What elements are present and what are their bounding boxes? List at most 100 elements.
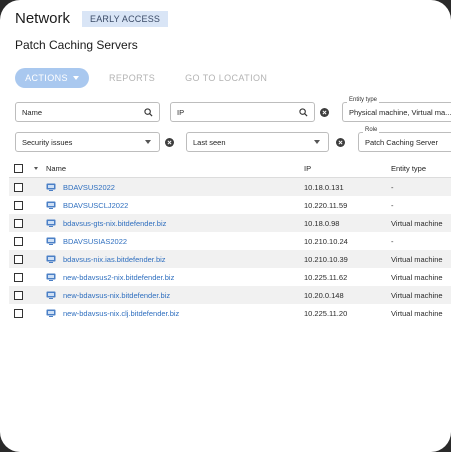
row-checkbox-cell <box>9 232 29 250</box>
reports-button[interactable]: REPORTS <box>109 73 155 83</box>
endpoint-name-link[interactable]: new-bdavsus-nix.bitdefender.biz <box>63 291 170 300</box>
role-label: Role <box>363 127 380 133</box>
patch-caching-servers-panel: Network EARLY ACCESS Patch Caching Serve… <box>0 0 451 452</box>
row-entity-type-cell: - <box>391 236 394 246</box>
endpoint-name-link[interactable]: BDAVSUS2022 <box>63 183 115 192</box>
toolbar: ACTIONS REPORTS GO TO LOCATION <box>15 68 267 88</box>
row-name-cell: BDAVSUSIAS2022 <box>46 232 304 250</box>
row-name-cell: bdavsus-gts-nix.bitdefender.biz <box>46 214 304 232</box>
ip-filter-input[interactable]: IP <box>170 102 315 122</box>
table-row[interactable]: bdavsus-nix.ias.bitdefender.biz 10.210.10… <box>9 250 451 268</box>
row-ip-cell: 10.18.0.131 <box>304 177 391 196</box>
page-subtitle: Patch Caching Servers <box>15 38 138 52</box>
early-access-badge: EARLY ACCESS <box>82 10 169 27</box>
actions-button[interactable]: ACTIONS <box>15 68 89 88</box>
virtual-machine-icon <box>46 255 56 263</box>
row-checkbox[interactable] <box>14 182 23 192</box>
row-ip-cell: 10.20.0.148 <box>304 286 391 304</box>
row-name-cell: bdavsus-nix.ias.bitdefender.biz <box>46 250 304 268</box>
row-spacer-cell <box>29 214 46 232</box>
entity-type-label: Entity type <box>347 97 380 103</box>
row-checkbox[interactable] <box>14 290 23 300</box>
endpoint-name-link[interactable]: BDAVSUSIAS2022 <box>63 237 127 246</box>
virtual-machine-icon <box>46 237 56 245</box>
column-header-name[interactable]: Name <box>46 159 304 178</box>
row-checkbox[interactable] <box>14 236 23 246</box>
row-spacer-cell <box>29 304 46 322</box>
row-checkbox-cell <box>9 214 29 232</box>
row-checkbox[interactable] <box>14 200 23 210</box>
last-seen-value: Last seen <box>193 137 226 147</box>
table-row[interactable]: bdavsus-gts-nix.bitdefender.biz 10.18.0.9… <box>9 214 451 232</box>
select-all-cell <box>9 159 29 178</box>
row-name-cell: new-bdavsus-nix.clj.bitdefender.biz <box>46 304 304 322</box>
table-row[interactable]: new-bdavsus-nix.bitdefender.biz 10.20.0.1… <box>9 286 451 304</box>
endpoint-name-link[interactable]: BDAVSUSCLJ2022 <box>63 201 128 210</box>
row-entity-type-cell: - <box>391 177 451 196</box>
row-spacer-cell <box>29 268 46 286</box>
servers-table: Name IP Entity type BDAVSUS2022 10.18.0.1… <box>9 159 451 322</box>
row-entity-type-cell: Virtual machine <box>391 214 451 232</box>
column-header-ip[interactable]: IP <box>304 159 391 178</box>
row-name-cell: new-bdavsus2-nix.bitdefender.biz <box>46 268 304 286</box>
row-entity-type-cell: Virtual machine <box>391 250 451 268</box>
chevron-down-icon <box>310 135 324 149</box>
chevron-down-icon <box>141 135 155 149</box>
last-seen-select[interactable]: Last seen <box>186 132 329 152</box>
ip-filter-value: IP <box>177 107 185 117</box>
row-ip-cell: 10.210.10.39 <box>304 250 391 268</box>
actions-button-label: ACTIONS <box>25 73 68 83</box>
caret-down-icon <box>72 76 79 80</box>
table-row[interactable]: BDAVSUSCLJ2022 10.220.11.59 - <box>9 196 451 214</box>
table-row[interactable]: new-bdavsus2-nix.bitdefender.biz 10.225.1… <box>9 268 451 286</box>
virtual-machine-icon <box>46 183 56 191</box>
row-checkbox-cell <box>9 177 29 196</box>
clear-last-seen-filter-icon[interactable] <box>336 138 345 147</box>
security-issues-value: Security issues <box>22 137 73 147</box>
row-checkbox-cell <box>9 304 29 322</box>
row-spacer-cell <box>29 177 46 196</box>
endpoint-name-link[interactable]: new-bdavsus2-nix.bitdefender.biz <box>63 273 174 282</box>
table-row[interactable]: BDAVSUS2022 10.18.0.131- <box>9 177 451 196</box>
row-checkbox[interactable] <box>14 218 23 228</box>
entity-type-select[interactable]: Entity type Physical machine, Virtual ma… <box>342 97 451 122</box>
clear-ip-filter-icon[interactable] <box>320 108 329 117</box>
row-entity-type-cell: - <box>391 200 394 210</box>
row-name-cell: new-bdavsus-nix.bitdefender.biz <box>46 286 304 304</box>
row-spacer-cell <box>29 232 46 250</box>
search-icon[interactable] <box>296 105 310 119</box>
virtual-machine-icon <box>46 201 56 209</box>
row-ip-cell: 10.18.0.98 <box>304 214 391 232</box>
page-title: Network <box>15 10 71 27</box>
page-header: Network EARLY ACCESS <box>15 10 169 27</box>
row-ip-cell: 10.225.11.62 <box>304 272 348 282</box>
go-to-location-button[interactable]: GO TO LOCATION <box>185 73 267 83</box>
role-select[interactable]: Role Patch Caching Server <box>358 127 451 152</box>
row-ip-cell: 10.225.11.20 <box>304 308 348 318</box>
endpoint-name-link[interactable]: bdavsus-nix.ias.bitdefender.biz <box>63 255 166 264</box>
name-filter-input[interactable]: Name <box>15 102 160 122</box>
row-entity-type-cell: Virtual machine <box>391 272 443 282</box>
virtual-machine-icon <box>46 219 56 227</box>
search-icon[interactable] <box>141 105 155 119</box>
row-checkbox[interactable] <box>14 254 23 264</box>
endpoint-name-link[interactable]: new-bdavsus-nix.clj.bitdefender.biz <box>63 309 179 318</box>
row-checkbox-cell <box>9 286 29 304</box>
select-all-checkbox[interactable] <box>14 163 23 173</box>
column-header-entity-type[interactable]: Entity type <box>391 159 451 178</box>
virtual-machine-icon <box>46 273 56 281</box>
row-name-cell: BDAVSUSCLJ2022 <box>46 196 304 214</box>
row-checkbox[interactable] <box>14 308 23 318</box>
table-row[interactable]: BDAVSUSIAS2022 10.210.10.24 - <box>9 232 451 250</box>
table-row[interactable]: new-bdavsus-nix.clj.bitdefender.biz 10.22… <box>9 304 451 322</box>
name-filter-value: Name <box>22 107 43 117</box>
table-header-row: Name IP Entity type <box>9 159 451 178</box>
security-issues-select[interactable]: Security issues <box>15 132 160 152</box>
row-ip-cell: 10.210.10.24 <box>304 236 348 246</box>
row-checkbox-cell <box>9 196 29 214</box>
row-checkbox-cell <box>9 250 29 268</box>
endpoint-name-link[interactable]: bdavsus-gts-nix.bitdefender.biz <box>63 219 166 228</box>
clear-security-filter-icon[interactable] <box>165 138 174 147</box>
chevron-down-icon[interactable] <box>34 167 38 171</box>
row-checkbox[interactable] <box>14 272 23 282</box>
